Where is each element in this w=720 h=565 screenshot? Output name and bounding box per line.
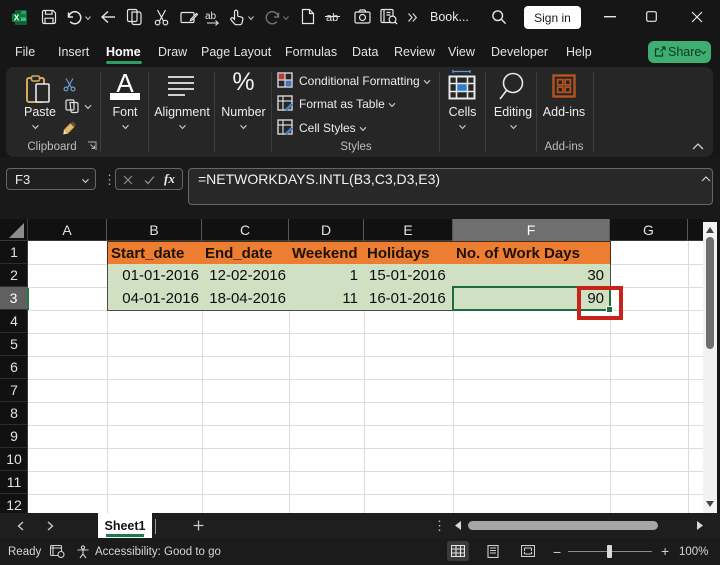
svg-text:ab: ab bbox=[205, 11, 217, 22]
svg-text:ab: ab bbox=[326, 12, 338, 24]
svg-text:X: X bbox=[14, 14, 20, 23]
